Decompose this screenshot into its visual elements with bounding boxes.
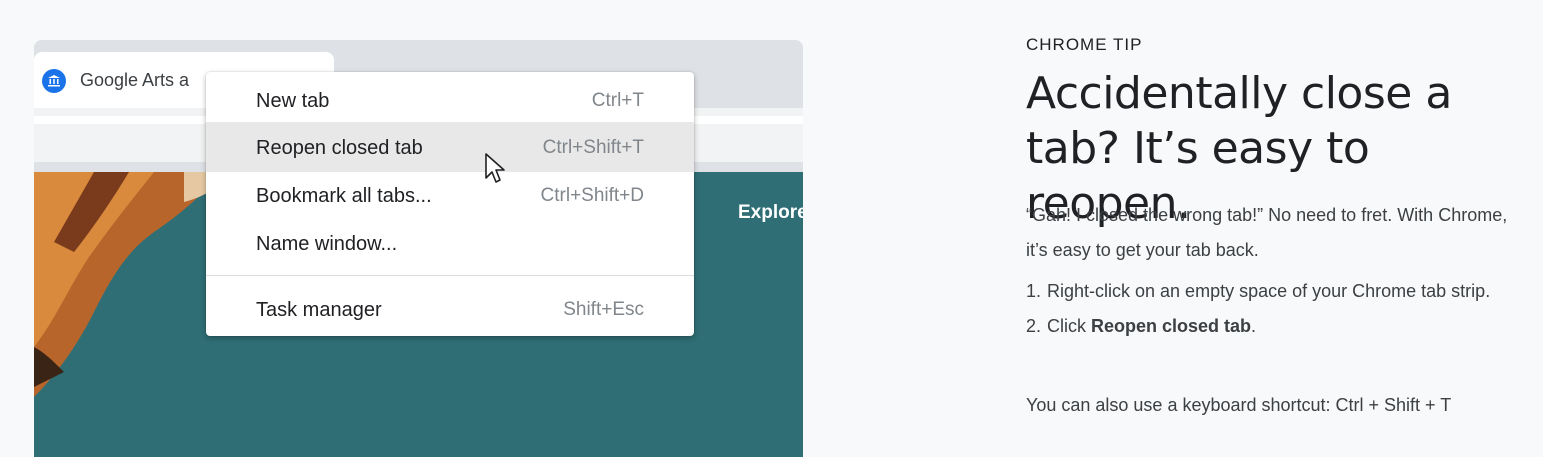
step-text-bold: Reopen closed tab xyxy=(1091,316,1252,336)
menu-item-label: Name window... xyxy=(256,233,398,255)
menu-item-bookmark-all-tabs[interactable]: Bookmark all tabs... Ctrl+Shift+D xyxy=(206,170,694,220)
menu-item-new-tab[interactable]: New tab Ctrl+T xyxy=(206,75,694,125)
tab-title: Google Arts a xyxy=(80,70,190,90)
tip-step: 1. Right-click on an empty space of your… xyxy=(1026,274,1526,309)
tip-shortcut-note: You can also use a keyboard shortcut: Ct… xyxy=(1026,395,1452,415)
menu-item-shortcut: Ctrl+T xyxy=(591,90,644,111)
menu-item-label: Bookmark all tabs... xyxy=(256,185,432,207)
menu-item-reopen-closed-tab[interactable]: Reopen closed tab Ctrl+Shift+T xyxy=(206,122,694,172)
mouse-pointer-icon xyxy=(485,153,505,183)
tip-step: 2. Click Reopen closed tab. xyxy=(1026,309,1526,344)
menu-item-label: Task manager xyxy=(256,299,382,321)
step-text-after: . xyxy=(1251,316,1257,336)
tip-kicker: CHROME TIP xyxy=(1026,35,1143,54)
menu-item-label: New tab xyxy=(256,90,330,112)
explore-link[interactable]: Explore xyxy=(738,202,803,224)
tip-steps: 1. Right-click on an empty space of your… xyxy=(1026,274,1526,344)
tip-intro: “Gah! I closed the wrong tab!” No need t… xyxy=(1026,205,1508,260)
menu-separator xyxy=(206,275,694,276)
step-text: Right-click on an empty space of your Ch… xyxy=(1047,281,1491,301)
step-number: 2. xyxy=(1026,316,1042,336)
menu-item-task-manager[interactable]: Task manager Shift+Esc xyxy=(206,284,694,334)
menu-item-label: Reopen closed tab xyxy=(256,137,423,159)
tab-strip-context-menu: New tab Ctrl+T Reopen closed tab Ctrl+Sh… xyxy=(206,72,694,336)
menu-item-shortcut: Ctrl+Shift+T xyxy=(542,137,644,158)
step-text-before: Click xyxy=(1047,316,1091,336)
menu-item-shortcut: Ctrl+Shift+D xyxy=(540,185,644,206)
menu-item-name-window[interactable]: Name window... xyxy=(206,218,694,268)
step-number: 1. xyxy=(1026,281,1042,301)
museum-icon xyxy=(42,69,66,93)
menu-item-shortcut: Shift+Esc xyxy=(563,299,644,320)
